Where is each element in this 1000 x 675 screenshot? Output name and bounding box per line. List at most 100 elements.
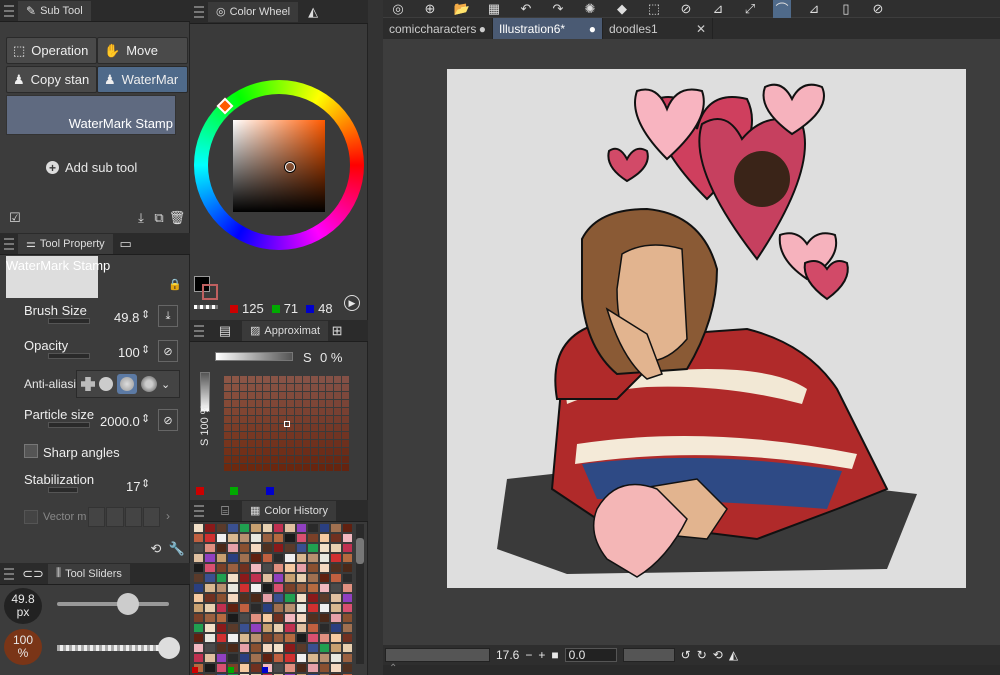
history-swatch[interactable] (228, 634, 238, 642)
approx-color-cell[interactable] (342, 416, 349, 423)
history-swatch[interactable] (251, 634, 261, 642)
history-swatch[interactable] (228, 654, 238, 662)
history-swatch[interactable] (319, 564, 330, 572)
lock-icon[interactable]: 🔒 (168, 278, 182, 291)
opacity-slider-knob[interactable] (158, 637, 180, 659)
approx-color-cell[interactable] (247, 392, 255, 399)
approx-color-cell[interactable] (231, 400, 239, 407)
history-swatch[interactable] (285, 624, 295, 632)
panel-grip-icon[interactable] (4, 237, 14, 250)
history-swatch[interactable] (319, 554, 330, 562)
history-swatch[interactable] (194, 574, 204, 582)
history-swatch[interactable] (342, 534, 352, 542)
new-file-icon[interactable]: ⊕ (421, 0, 439, 18)
approx-color-cell[interactable] (287, 456, 294, 463)
history-swatch[interactable] (308, 534, 318, 542)
approx-color-cell[interactable] (302, 440, 310, 447)
history-swatch[interactable] (262, 594, 272, 602)
approx-color-cell[interactable] (318, 448, 326, 455)
tab-color-history[interactable]: ▦ Color History (242, 500, 336, 521)
history-swatch[interactable] (251, 584, 261, 592)
image-tab-icon[interactable]: ⌸ (216, 502, 234, 520)
approx-color-cell[interactable] (318, 424, 326, 431)
history-swatch[interactable] (228, 524, 238, 532)
open-folder-icon[interactable]: 📂 (453, 0, 471, 18)
history-swatch[interactable] (274, 544, 284, 552)
approx-color-cell[interactable] (318, 376, 326, 383)
history-swatch[interactable] (285, 654, 295, 662)
approx-color-cell[interactable] (279, 456, 286, 463)
stabilization-value[interactable]: 17 (126, 479, 140, 494)
history-swatch[interactable] (251, 594, 261, 602)
approx-color-cell[interactable] (334, 400, 342, 407)
approx-color-cell[interactable] (287, 400, 294, 407)
panel-menu-icon[interactable]: ▭ (117, 235, 135, 253)
history-swatch[interactable] (342, 644, 352, 652)
history-swatch[interactable] (319, 604, 330, 612)
save-icon[interactable]: ▦ (485, 0, 503, 18)
color-history-grid[interactable] (194, 524, 352, 675)
history-swatch[interactable] (319, 634, 330, 642)
history-swatch[interactable] (296, 634, 307, 642)
transform-icon[interactable]: ⬚ (645, 0, 663, 18)
history-swatch[interactable] (194, 644, 204, 652)
approx-color-cell[interactable] (263, 392, 271, 399)
approx-color-cell[interactable] (334, 424, 342, 431)
approx-color-cell[interactable] (318, 456, 326, 463)
approx-color-cell[interactable] (279, 464, 286, 471)
stabilization-bar[interactable] (48, 487, 78, 493)
history-swatch[interactable] (331, 654, 341, 662)
history-swatch[interactable] (216, 654, 227, 662)
approx-color-cell[interactable] (239, 384, 247, 391)
history-swatch[interactable] (342, 584, 352, 592)
approx-color-cell[interactable] (342, 432, 349, 439)
history-swatch[interactable] (285, 564, 295, 572)
history-swatch[interactable] (262, 574, 272, 582)
approx-color-cell[interactable] (326, 432, 334, 439)
approx-color-cell[interactable] (247, 424, 255, 431)
approx-color-cell[interactable] (294, 384, 302, 391)
history-swatch[interactable] (216, 614, 227, 622)
history-swatch[interactable] (228, 614, 238, 622)
tab-tool-property[interactable]: ⚌ Tool Property (18, 233, 113, 254)
approx-color-cell[interactable] (326, 408, 334, 415)
opacity-slider-track[interactable] (57, 645, 169, 651)
history-swatch[interactable] (285, 544, 295, 552)
history-swatch[interactable] (319, 584, 330, 592)
approx-color-cell[interactable] (255, 392, 263, 399)
history-swatch[interactable] (228, 624, 238, 632)
history-swatch[interactable] (296, 534, 307, 542)
history-swatch[interactable] (331, 624, 341, 632)
history-swatch[interactable] (285, 534, 295, 542)
history-swatch[interactable] (216, 604, 227, 612)
history-swatch[interactable] (251, 614, 261, 622)
approx-color-cell[interactable] (342, 424, 349, 431)
tab-document[interactable]: comiccharacters ● (383, 18, 493, 39)
approx-color-cell[interactable] (247, 408, 255, 415)
ruler-icon[interactable]: ⊿ (709, 0, 727, 18)
approx-color-cell[interactable] (326, 424, 334, 431)
approx-color-cell[interactable] (239, 424, 247, 431)
history-swatch[interactable] (319, 624, 330, 632)
approx-color-cell[interactable] (287, 432, 294, 439)
approx-color-cell[interactable] (263, 456, 271, 463)
history-swatch[interactable] (308, 554, 318, 562)
history-swatch[interactable] (194, 564, 204, 572)
stop-icon[interactable]: ■ (551, 648, 558, 662)
rotate-right-icon[interactable]: ↻ (697, 648, 707, 662)
history-swatch[interactable] (194, 654, 204, 662)
approx-color-cell[interactable] (271, 464, 279, 471)
approx-color-cell[interactable] (231, 424, 239, 431)
brush-size-bar[interactable] (48, 318, 90, 324)
aa-weak-icon[interactable] (99, 377, 113, 391)
history-swatch[interactable] (205, 644, 215, 652)
approx-color-cell[interactable] (263, 448, 271, 455)
opacity-value[interactable]: 100 (118, 345, 140, 360)
history-swatch[interactable] (262, 644, 272, 652)
sharp-angles-checkbox[interactable] (24, 444, 38, 458)
spinner-icon[interactable]: ⇕ (141, 477, 150, 490)
angle-slider[interactable] (622, 648, 675, 662)
reset-icon[interactable]: ⟲ (147, 540, 165, 558)
history-swatch[interactable] (342, 654, 352, 662)
gamepad-icon[interactable]: ⊂⊃ (22, 565, 44, 583)
